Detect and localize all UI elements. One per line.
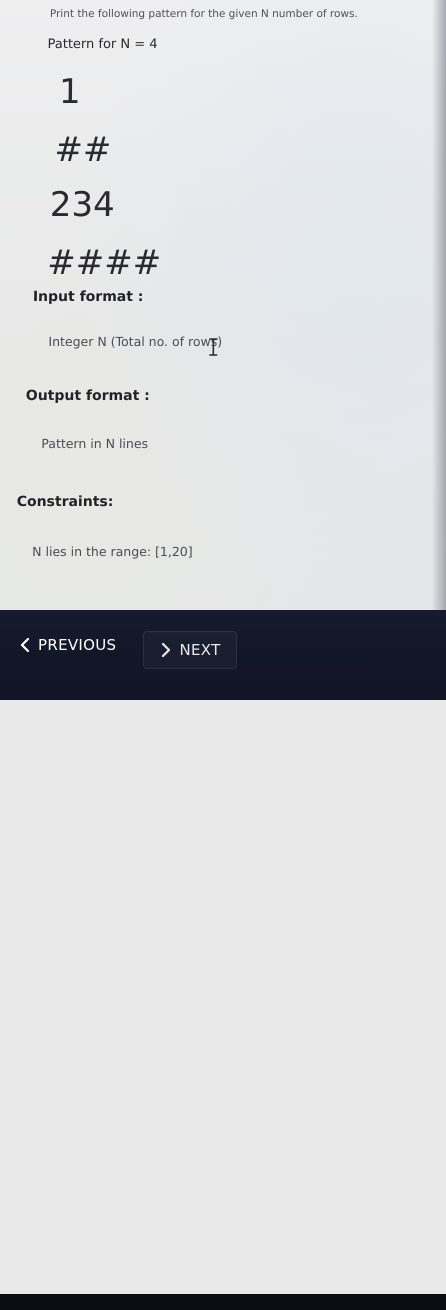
problem-screen: Print the following pattern for the give… — [0, 0, 446, 700]
text-cursor-icon — [209, 338, 218, 356]
navigation-bar: PREVIOUS NEXT — [0, 610, 446, 1310]
input-format-title: Input format : — [32, 289, 144, 305]
screen-edge-shadow — [432, 0, 446, 700]
chevron-right-icon — [162, 643, 171, 657]
output-format-title: Output format : — [25, 388, 150, 404]
next-button[interactable]: NEXT — [143, 631, 237, 669]
constraints-title: Constraints: — [16, 494, 114, 510]
chevron-left-icon — [20, 638, 30, 652]
previous-button-label: PREVIOUS — [38, 636, 117, 654]
input-format-value: Integer N (Total no. of rows) — [48, 334, 223, 349]
pattern-row-4: #### — [47, 243, 162, 283]
pattern-row-1: 1 — [58, 72, 81, 112]
pattern-row-2: ## — [54, 130, 112, 170]
next-button-label: NEXT — [179, 641, 221, 659]
problem-intro: Print the following pattern for the give… — [49, 8, 358, 20]
pattern-title: Pattern for N = 4 — [47, 37, 158, 52]
constraints-value: N lies in the range: [1,20] — [32, 544, 193, 559]
bottom-strip — [0, 1294, 446, 1310]
pattern-row-3: 234 — [49, 185, 115, 225]
output-format-value: Pattern in N lines — [41, 436, 149, 451]
previous-button[interactable]: PREVIOUS — [18, 627, 128, 663]
